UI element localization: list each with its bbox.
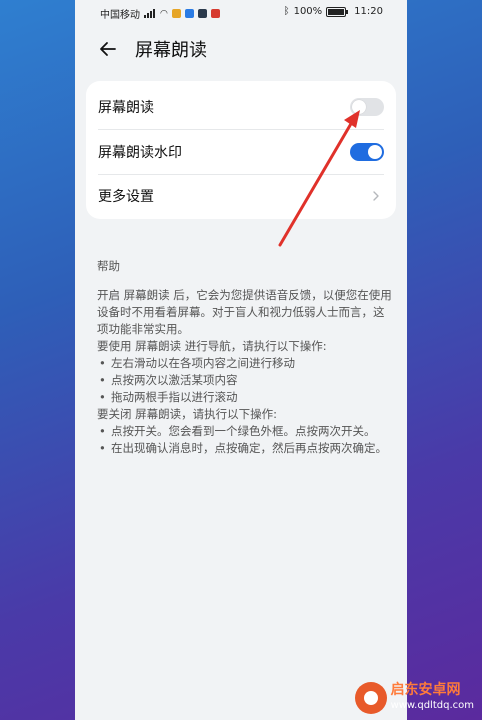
row-label: 更多设置 [98,189,154,205]
game-app-icon [171,9,181,18]
off-item: 点按开关。您会看到一个绿色外框。点按两次开关。 [97,423,393,440]
help-intro: 开启 屏幕朗读 后，它会为您提供语音反馈，以便您在使用设备时不用看着屏幕。对于盲… [97,288,392,336]
off-heading: 要关闭 屏幕朗读，请执行以下操作: [97,407,278,421]
off-item: 在出现确认消息时，点按确定，然后再点按两次确定。 [97,440,393,457]
screen-reader-row[interactable]: 屏幕朗读 [86,85,396,129]
watermark-toggle[interactable] [350,143,384,161]
bluetooth-icon: ᛒ [283,6,290,17]
nav-item: 拖动两根手指以进行滚动 [97,389,393,406]
help-section: 帮助 开启 屏幕朗读 后，它会为您提供语音反馈，以便您在使用设备时不用看着屏幕。… [97,258,393,457]
phone-screen: 中国移动 ◠ ᛒ 100% 11:20 屏幕朗读 屏幕朗读 屏幕朗读水印 更多设… [75,0,407,720]
more-settings-row[interactable]: 更多设置 [86,174,396,218]
red-app-icon [210,9,220,18]
dark-app-icon [197,9,207,18]
screen-reader-toggle[interactable] [350,98,384,116]
page-title: 屏幕朗读 [135,40,207,61]
toggle-knob [352,100,366,114]
site-watermark: 启东安卓网 www.qdltdq.com [354,682,474,714]
nav-item: 左右滑动以在各项内容之间进行移动 [97,355,393,372]
site-name: 启东安卓网 [390,682,461,698]
screen-reader-watermark-row[interactable]: 屏幕朗读水印 [86,130,396,174]
site-logo-icon [354,682,387,714]
nav-heading: 要使用 屏幕朗读 进行导航，请执行以下操作: [97,339,327,353]
back-button[interactable] [97,38,119,60]
wifi-icon: ◠ [160,8,168,19]
settings-card: 屏幕朗读 屏幕朗读水印 更多设置 [86,81,396,219]
help-title: 帮助 [97,259,120,273]
clock: 11:20 [354,6,383,17]
row-label: 屏幕朗读水印 [98,145,182,161]
signal-icon [144,9,156,18]
nav-item: 点按两次以激活某项内容 [97,372,393,389]
row-label: 屏幕朗读 [98,100,154,116]
chevron-right-icon [373,191,379,201]
back-arrow-icon [100,42,116,56]
battery-percent: 100% [293,6,323,17]
status-bar: 中国移动 ◠ ᛒ 100% 11:20 [75,0,407,24]
blue-app-icon [184,9,194,18]
site-url: www.qdltdq.com [390,700,474,711]
carrier-label: 中国移动 [100,10,140,21]
battery-icon [326,6,349,17]
toggle-knob [368,145,382,159]
page-header: 屏幕朗读 [97,36,207,62]
